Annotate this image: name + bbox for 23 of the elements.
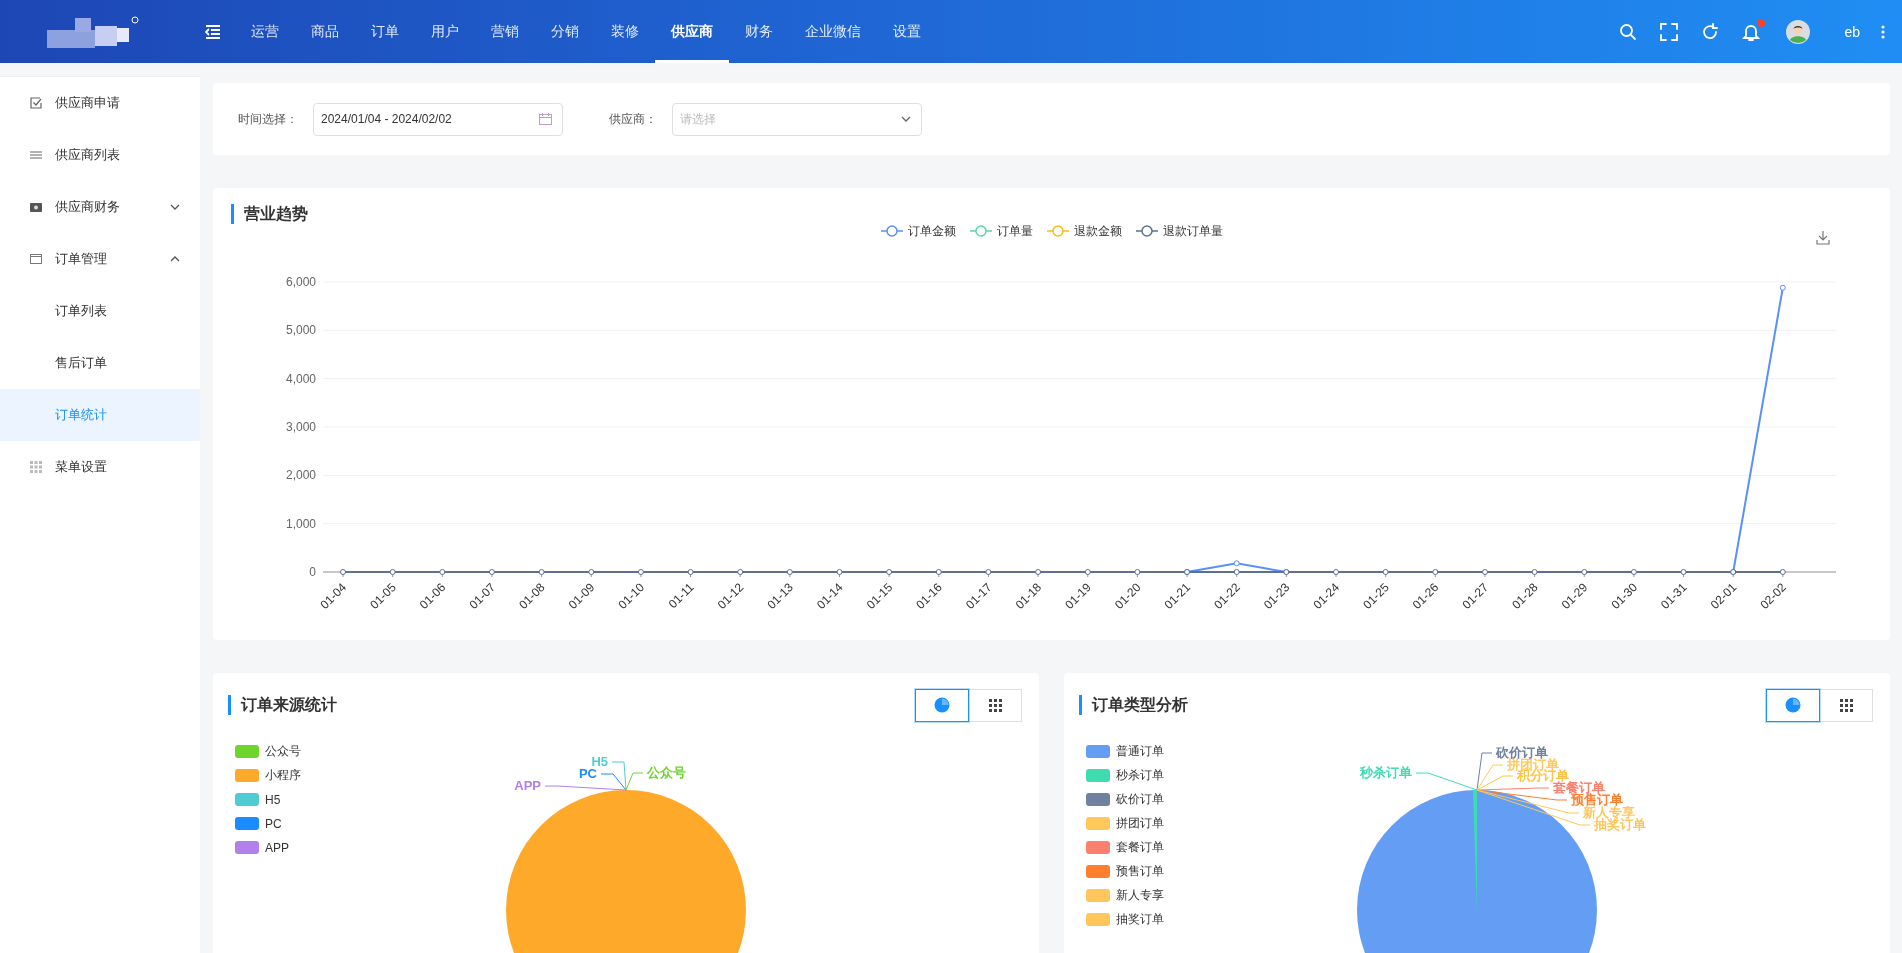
slice-label: 预售订单 xyxy=(1571,792,1623,807)
y-axis-label: 4,000 xyxy=(285,371,316,386)
y-axis-label: 1,000 xyxy=(285,516,316,531)
slice-label: PC xyxy=(578,766,597,781)
section-title: 订单类型分析 xyxy=(1079,695,1188,715)
section-title: 营业趋势 xyxy=(231,204,308,224)
slice-label: 拼团订单 xyxy=(1507,757,1559,772)
slice-label: 公众号 xyxy=(647,765,686,780)
field-label: 时间选择： xyxy=(238,110,298,128)
field-label: 供应商： xyxy=(609,110,657,128)
slice-label: 砍价订单 xyxy=(1496,745,1548,760)
slice-label: 套餐订单 xyxy=(1553,780,1605,795)
section-title: 订单来源统计 xyxy=(228,695,337,715)
slice-label: H5 xyxy=(591,754,608,769)
y-axis-label: 6,000 xyxy=(285,275,316,289)
y-axis-label: 2,000 xyxy=(285,468,316,483)
slice-label: 抽奖订单 xyxy=(1594,817,1646,832)
slice-label: 新人专享 xyxy=(1583,805,1635,820)
y-axis-label: 5,000 xyxy=(285,323,316,338)
y-axis-label: 3,000 xyxy=(285,420,316,434)
y-axis-label: 0 xyxy=(309,565,316,579)
slice-label: APP xyxy=(514,778,541,793)
slice-label: 秒杀订单 xyxy=(1360,765,1412,780)
